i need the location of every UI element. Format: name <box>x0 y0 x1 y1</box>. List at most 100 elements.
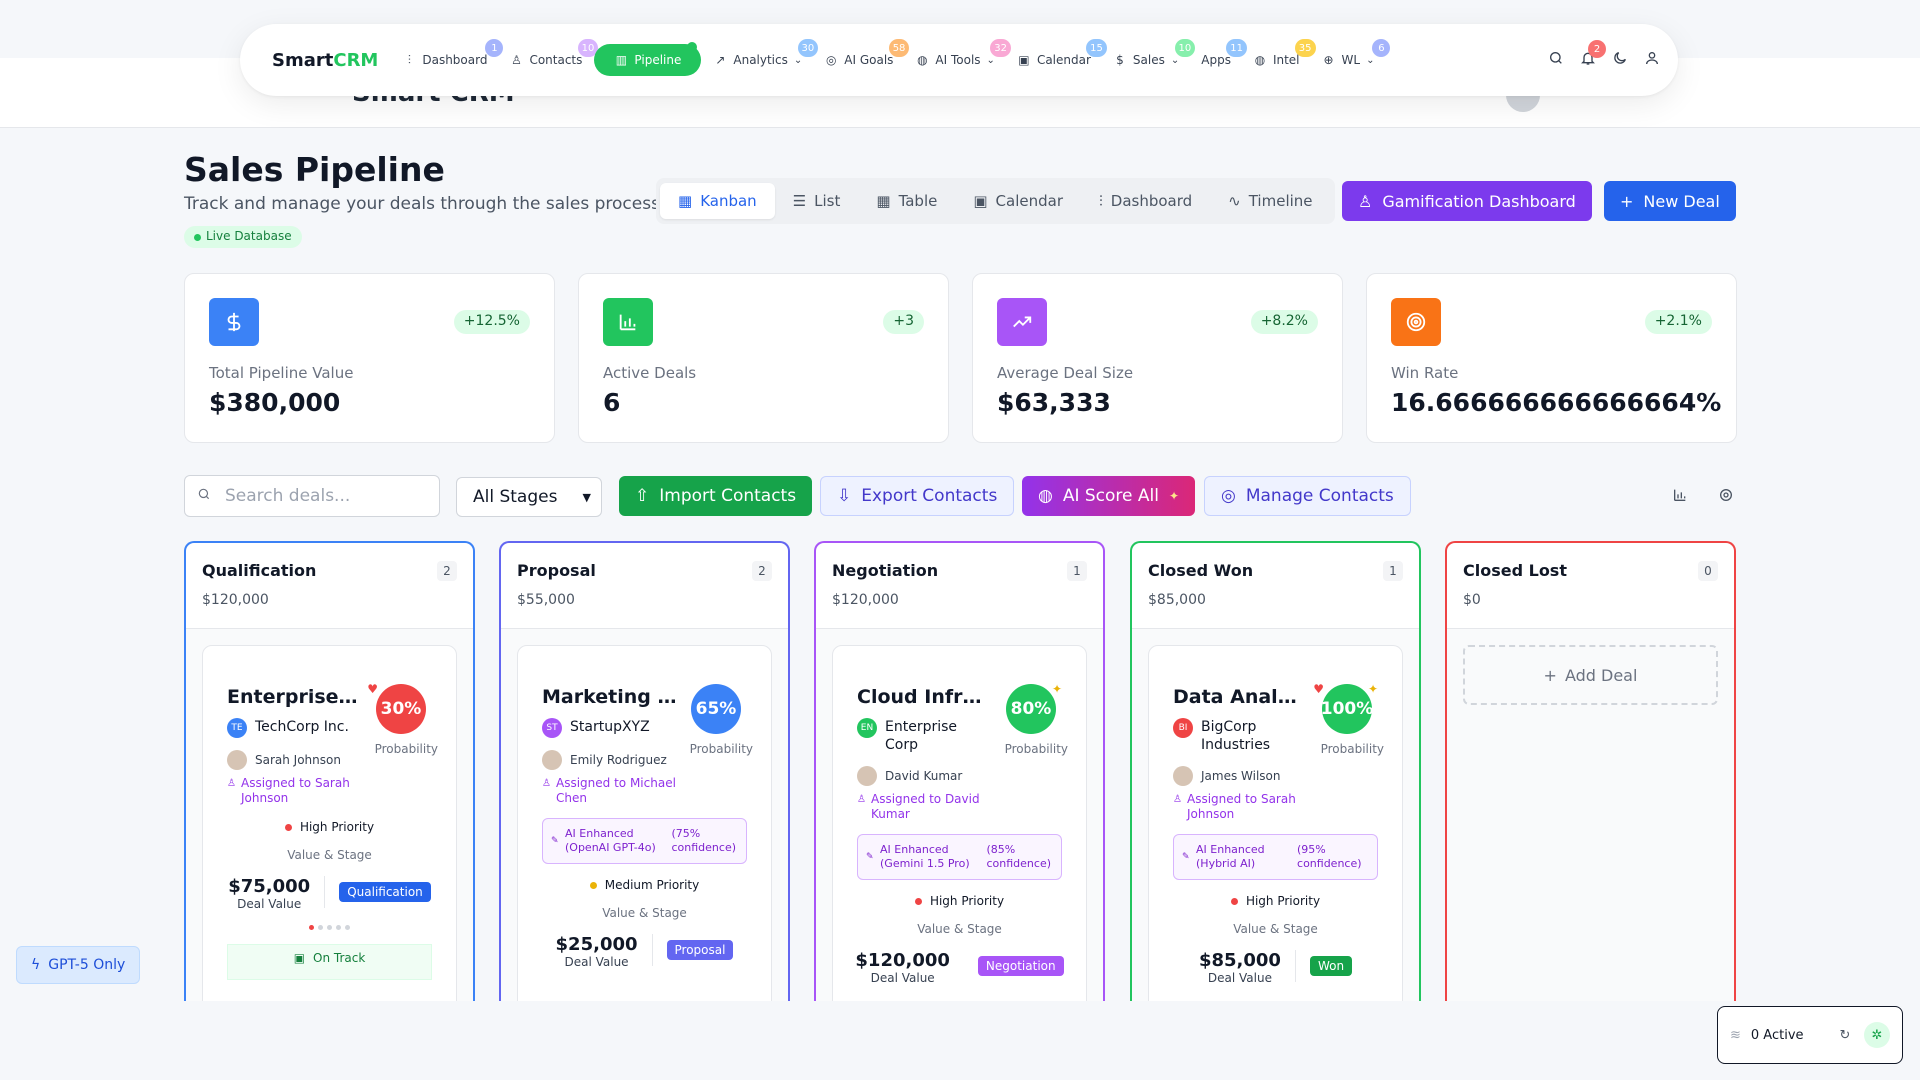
page-bottom <box>0 1001 1920 1080</box>
nav-item-ai-tools[interactable]: ◍ AI Tools ⌄ 32 <box>905 39 1011 75</box>
stat-label: Win Rate <box>1391 364 1459 382</box>
nav-item-intel[interactable]: ◍ Intel 35 <box>1243 39 1316 75</box>
deal-value-label: Deal Value <box>564 955 629 969</box>
column-count: 0 <box>1698 561 1718 581</box>
stat-change: +8.2% <box>1250 310 1318 334</box>
add-deal-button[interactable]: + Add Deal <box>1463 645 1718 705</box>
stat-value: 16.666666666666664% <box>1391 388 1722 417</box>
probability-badge: 65% <box>691 684 741 734</box>
tab-calendar[interactable]: ▣ Calendar <box>955 183 1081 219</box>
search-input[interactable]: Search deals... <box>184 475 440 517</box>
tab-dashboard[interactable]: ⫶ Dashboard <box>1081 183 1210 219</box>
column-title: Closed Won <box>1148 561 1254 580</box>
intel-icon: ◍ <box>1254 53 1266 67</box>
activity-icon: ∿ <box>1228 192 1241 210</box>
bar-chart-icon[interactable] <box>1672 487 1688 507</box>
target-icon <box>1391 298 1441 346</box>
deal-card[interactable]: ♥ ✦ Data Analyt... 100% Probability BI Big… <box>1148 645 1403 1001</box>
pagination-dot[interactable] <box>336 925 341 930</box>
plus-icon: + <box>1543 665 1557 685</box>
gpt5-only-badge[interactable]: ϟ GPT-5 Only <box>16 946 141 984</box>
column-amount: $55,000 <box>517 592 575 608</box>
view-tabs: ▦ Kanban ☰ List ▦ Table ▣ Calendar ⫶ Dashboar… <box>656 178 1335 224</box>
tab-table[interactable]: ▦ Table <box>858 183 955 219</box>
bar-chart-icon: ⫶ <box>407 52 411 67</box>
gear-icon[interactable] <box>1718 487 1734 507</box>
nav-item-sales[interactable]: $ Sales ⌄ 10 <box>1103 39 1196 75</box>
nav-item-label: Intel <box>1272 53 1300 67</box>
column-amount: $0 <box>1463 592 1481 608</box>
pagination-dot[interactable] <box>309 925 314 930</box>
deal-title: Data Analyt... <box>1173 686 1308 708</box>
ai-enhanced-label: AI Enhanced (Gemini 1.5 Pro) <box>880 843 970 870</box>
tab-label: List <box>814 192 841 210</box>
calendar-icon: ▣ <box>1018 53 1030 67</box>
divider <box>1294 950 1296 982</box>
column-body: + Add Deal <box>1447 629 1734 1001</box>
nav-item-ai-goals[interactable]: ◎ AI Goals 58 <box>814 39 910 75</box>
search-icon <box>197 486 211 506</box>
nav-item-contacts[interactable]: ♙ Contacts 10 <box>499 39 599 75</box>
nav-item-pipeline[interactable]: ▥ Pipeline <box>594 42 702 76</box>
nav-item-analytics[interactable]: ↗ Analytics ⌄ 30 <box>703 39 819 75</box>
brand-logo[interactable]: SmartCRM <box>272 50 378 71</box>
value-stage-heading: Value & Stage <box>287 848 372 862</box>
value-stage-row: $120,000 Deal Value Negotiation <box>855 950 1064 985</box>
export-contacts-button[interactable]: ⇩ Export Contacts <box>820 476 1015 516</box>
contact-name: Sarah Johnson <box>255 753 341 767</box>
chevron-down-icon: ⌄ <box>1366 54 1375 66</box>
assigned-to: Assigned to Sarah Johnson <box>227 776 367 806</box>
moon-icon[interactable] <box>1612 50 1628 70</box>
probability-label: Probability <box>374 742 438 756</box>
button-label: Gamification Dashboard <box>1382 191 1576 211</box>
page-subtitle: Track and manage your deals through the … <box>184 194 660 214</box>
nav-badge <box>687 42 698 52</box>
nav-item-dashboard[interactable]: ⫶ Dashboard 1 <box>392 39 504 75</box>
column-count: 2 <box>752 561 772 581</box>
user-icon[interactable] <box>1644 50 1660 70</box>
assigned-to: Assigned to Michael Chen <box>542 776 682 806</box>
button-label: Add Deal <box>1564 665 1638 685</box>
card-pagination[interactable] <box>227 925 432 930</box>
tab-timeline[interactable]: ∿ Timeline <box>1210 183 1330 219</box>
tab-list[interactable]: ☰ List <box>775 183 859 219</box>
ai-score-all-button[interactable]: ◍ AI Score All ✦ <box>1022 476 1196 516</box>
nav-item-apps[interactable]: Apps 11 <box>1191 39 1247 75</box>
nav-item-calendar[interactable]: ▣ Calendar 15 <box>1007 39 1107 75</box>
search-icon[interactable] <box>1548 50 1564 70</box>
nav-item-wl[interactable]: ⊕ WL ⌄ 6 <box>1312 39 1391 75</box>
stage-filter-select[interactable]: All Stages ▼ <box>456 477 602 517</box>
deal-card[interactable]: ♥ Enterprise ... 30% Probability TE TechC… <box>202 645 457 1001</box>
priority: High Priority <box>227 820 432 834</box>
stat-card: +8.2% Average Deal Size $63,333 <box>972 273 1343 443</box>
company-avatar: EN <box>857 718 877 738</box>
gear-icon[interactable]: ✲ <box>1864 1022 1890 1048</box>
value-stage-row: $75,000 Deal Value Qualification <box>227 876 432 911</box>
deal-card[interactable]: Marketing A... 65% Probability ST Startup… <box>517 645 772 1001</box>
manage-contacts-button[interactable]: ◎ Manage Contacts <box>1204 476 1411 516</box>
refresh-icon[interactable]: ↻ <box>1840 1028 1851 1043</box>
column-header: Proposal $55,000 2 <box>501 543 788 629</box>
stat-label: Active Deals <box>603 364 697 382</box>
bolt-icon: ϟ <box>31 957 41 973</box>
avatar <box>1173 766 1193 786</box>
pagination-dot[interactable] <box>318 925 323 930</box>
tab-kanban[interactable]: ▦ Kanban <box>660 183 775 219</box>
new-deal-button[interactable]: + New Deal <box>1604 181 1736 221</box>
priority-label: High Priority <box>299 820 375 834</box>
gamification-dashboard-button[interactable]: ♙ Gamification Dashboard <box>1342 181 1592 221</box>
nav-item-label: WL <box>1341 53 1361 67</box>
deal-amount: $85,000 <box>1198 950 1281 971</box>
on-track-status: ▣ On Track <box>227 944 432 980</box>
column-body: ♥ ✦ Data Analyt... 100% Probability BI Big… <box>1132 629 1419 1001</box>
pipeline-column-proposal: Proposal $55,000 2 Marketing A... 65% Prob… <box>499 541 790 1001</box>
pagination-dot[interactable] <box>345 925 350 930</box>
column-amount: $85,000 <box>1148 592 1206 608</box>
users-icon: ♙ <box>1358 191 1373 211</box>
priority-label: High Priority <box>1245 894 1321 908</box>
deal-card[interactable]: ✦ Cloud Infras... 80% Probability EN Ente… <box>832 645 1087 1001</box>
pagination-dot[interactable] <box>327 925 332 930</box>
pipeline-column-negotiation: Negotiation $120,000 1 ✦ Cloud Infras... 8… <box>814 541 1105 1001</box>
import-contacts-button[interactable]: ⇧ Import Contacts <box>619 476 813 516</box>
bell-icon[interactable]: 2 <box>1580 40 1606 70</box>
